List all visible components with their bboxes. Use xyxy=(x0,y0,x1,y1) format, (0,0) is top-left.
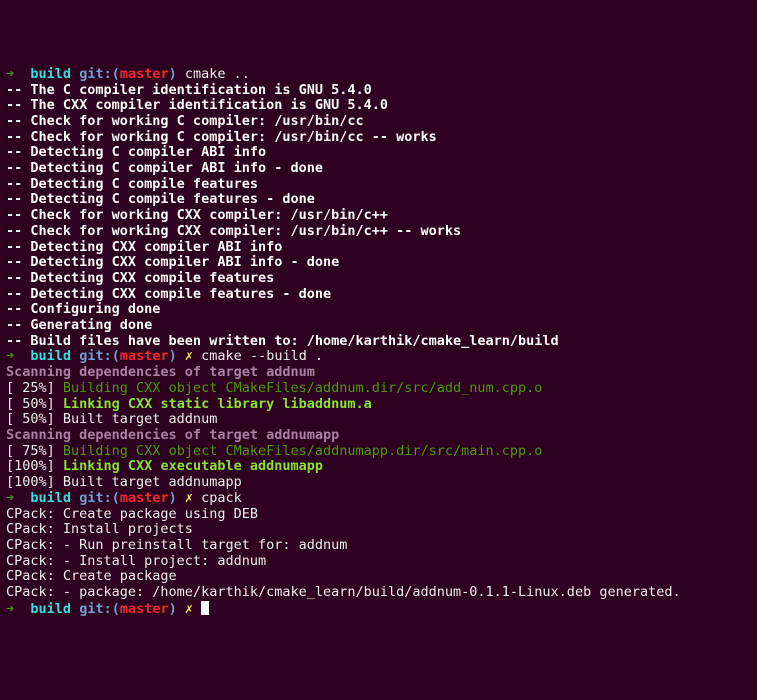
git-dirty-icon: ✗ xyxy=(185,490,193,506)
output-line: CPack: - Run preinstall target for: addn… xyxy=(6,538,751,554)
output-line: CPack: Create package using DEB xyxy=(6,507,751,523)
output-line: -- Detecting CXX compiler ABI info - don… xyxy=(6,255,751,271)
git-branch: master xyxy=(120,348,169,364)
git-label: git:( xyxy=(79,348,120,364)
git-label: git:( xyxy=(79,66,120,82)
output-line: -- Detecting CXX compiler ABI info xyxy=(6,240,751,256)
output-line: Scanning dependencies of target addnumap… xyxy=(6,428,751,444)
git-branch: master xyxy=(120,601,169,617)
build-step: [ 25%] Building CXX object CMakeFiles/ad… xyxy=(6,381,751,397)
build-step: [ 50%] Linking CXX static library libadd… xyxy=(6,397,751,413)
output-line: -- Check for working CXX compiler: /usr/… xyxy=(6,224,751,240)
prompt-cwd: build xyxy=(30,601,71,617)
git-label: git:( xyxy=(79,490,120,506)
output-line: CPack: - package: /home/karthik/cmake_le… xyxy=(6,585,751,601)
prompt-arrow-icon: ➜ xyxy=(6,66,14,82)
git-branch: master xyxy=(120,490,169,506)
output-line: -- The C compiler identification is GNU … xyxy=(6,83,751,99)
output-line: -- Detecting C compile features - done xyxy=(6,192,751,208)
git-branch: master xyxy=(120,66,169,82)
prompt-cwd: build xyxy=(30,490,71,506)
output-line: CPack: - Install project: addnum xyxy=(6,554,751,570)
prompt-arrow-icon: ➜ xyxy=(6,601,14,617)
output-line: -- Detecting CXX compile features - done xyxy=(6,287,751,303)
output-line: -- Check for working CXX compiler: /usr/… xyxy=(6,208,751,224)
output-line: -- Check for working C compiler: /usr/bi… xyxy=(6,114,751,130)
git-dirty-icon: ✗ xyxy=(185,348,193,364)
shell-prompt: ➜ build git:(master) ✗ xyxy=(6,601,751,618)
build-step: [100%] Linking CXX executable addnumapp xyxy=(6,459,751,475)
output-line: -- Check for working C compiler: /usr/bi… xyxy=(6,130,751,146)
build-step: [ 75%] Building CXX object CMakeFiles/ad… xyxy=(6,444,751,460)
output-line: -- The CXX compiler identification is GN… xyxy=(6,98,751,114)
output-line: [ 50%] Built target addnum xyxy=(6,412,751,428)
typed-command: cmake .. xyxy=(185,66,250,82)
git-dirty-icon: ✗ xyxy=(185,601,193,617)
output-line: -- Generating done xyxy=(6,318,751,334)
prompt-arrow-icon: ➜ xyxy=(6,348,14,364)
prompt-cwd: build xyxy=(30,66,71,82)
shell-prompt: ➜ build git:(master) ✗ cpack xyxy=(6,491,751,507)
prompt-cwd: build xyxy=(30,348,71,364)
prompt-arrow-icon: ➜ xyxy=(6,490,14,506)
output-line: [100%] Built target addnumapp xyxy=(6,475,751,491)
output-line: CPack: Create package xyxy=(6,569,751,585)
output-line: -- Detecting C compiler ABI info xyxy=(6,145,751,161)
output-line: Scanning dependencies of target addnum xyxy=(6,365,751,381)
output-line: -- Detecting CXX compile features xyxy=(6,271,751,287)
output-line: CPack: Install projects xyxy=(6,522,751,538)
output-line: -- Build files have been written to: /ho… xyxy=(6,334,751,350)
output-line: -- Detecting C compile features xyxy=(6,177,751,193)
typed-command: cpack xyxy=(201,490,242,506)
shell-prompt: ➜ build git:(master) ✗ cmake --build . xyxy=(6,349,751,365)
terminal-output[interactable]: ➜ build git:(master) cmake ..-- The C co… xyxy=(6,67,751,618)
output-line: -- Configuring done xyxy=(6,302,751,318)
git-label: git:( xyxy=(79,601,120,617)
shell-prompt: ➜ build git:(master) cmake .. xyxy=(6,67,751,83)
typed-command: cmake --build . xyxy=(201,348,323,364)
output-line: -- Detecting C compiler ABI info - done xyxy=(6,161,751,177)
